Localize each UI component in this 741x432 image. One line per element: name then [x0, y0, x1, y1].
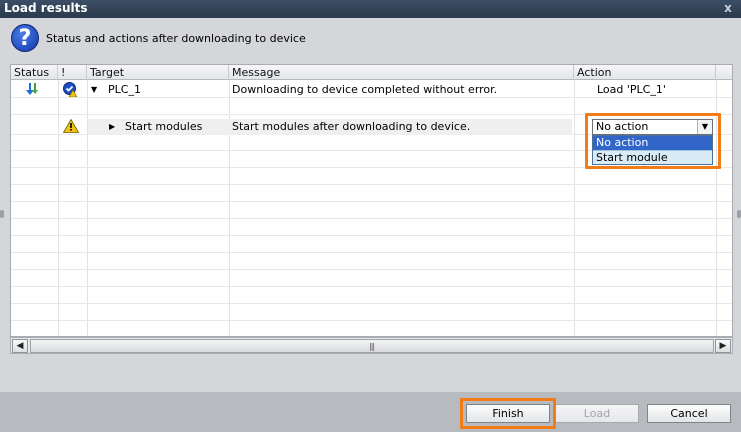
message-text: Downloading to device completed without … [232, 83, 498, 96]
warning-icon [62, 118, 81, 135]
message-text: Start modules after downloading to devic… [232, 120, 471, 133]
dialog-header: ? Status and actions after downloading t… [0, 18, 741, 60]
table-row [11, 237, 732, 253]
highlight-box-action [585, 113, 721, 169]
table-row [11, 186, 732, 202]
resize-handle [737, 210, 741, 218]
check-warning-icon [63, 82, 81, 98]
table-row [11, 220, 732, 236]
column-header-message[interactable]: Message [229, 65, 574, 80]
table-row [11, 254, 732, 270]
cancel-button[interactable]: Cancel [647, 404, 731, 423]
load-button: Load [555, 404, 639, 423]
column-header-flag[interactable]: ! [58, 65, 87, 80]
collapse-arrow-icon[interactable]: ▼ [91, 82, 103, 98]
table-row [11, 271, 732, 287]
expand-arrow-icon[interactable]: ▶ [109, 119, 119, 135]
scrollbar-thumb[interactable]: ||| [30, 339, 714, 353]
window-title: Load results [4, 1, 88, 15]
table-row [11, 322, 732, 336]
table-row[interactable]: ▼ PLC_1 Downloading to device completed … [11, 82, 732, 98]
table-row [11, 169, 732, 185]
column-header-status[interactable]: Status [11, 65, 58, 80]
table-row [11, 288, 732, 304]
scroll-right-icon[interactable]: ▶ [715, 339, 731, 353]
highlight-box-finish [460, 398, 556, 429]
target-name: Start modules [125, 120, 203, 133]
horizontal-scrollbar[interactable]: ◀ ||| ▶ [10, 337, 733, 354]
resize-handle [0, 210, 4, 218]
target-name: PLC_1 [108, 83, 141, 96]
download-arrow-icon [25, 82, 43, 98]
header-text: Status and actions after downloading to … [46, 32, 306, 45]
results-table: Status ! Target Message Action ▼ PLC_1 D… [10, 64, 733, 337]
column-header-target[interactable]: Target [87, 65, 229, 80]
action-text: Load 'PLC_1' [597, 83, 666, 96]
scroll-left-icon[interactable]: ◀ [12, 339, 28, 353]
window-titlebar: Load results x [0, 0, 741, 18]
table-row [11, 203, 732, 219]
table-row [11, 305, 732, 321]
help-question-icon: ? [11, 24, 39, 52]
close-icon[interactable]: x [721, 0, 735, 16]
table-header: Status ! Target Message Action [11, 65, 732, 80]
grip-icon: ||| [369, 342, 375, 351]
dialog-footer: Finish Load Cancel [0, 392, 741, 432]
column-header-filler [716, 65, 732, 80]
column-header-action[interactable]: Action [574, 65, 716, 80]
